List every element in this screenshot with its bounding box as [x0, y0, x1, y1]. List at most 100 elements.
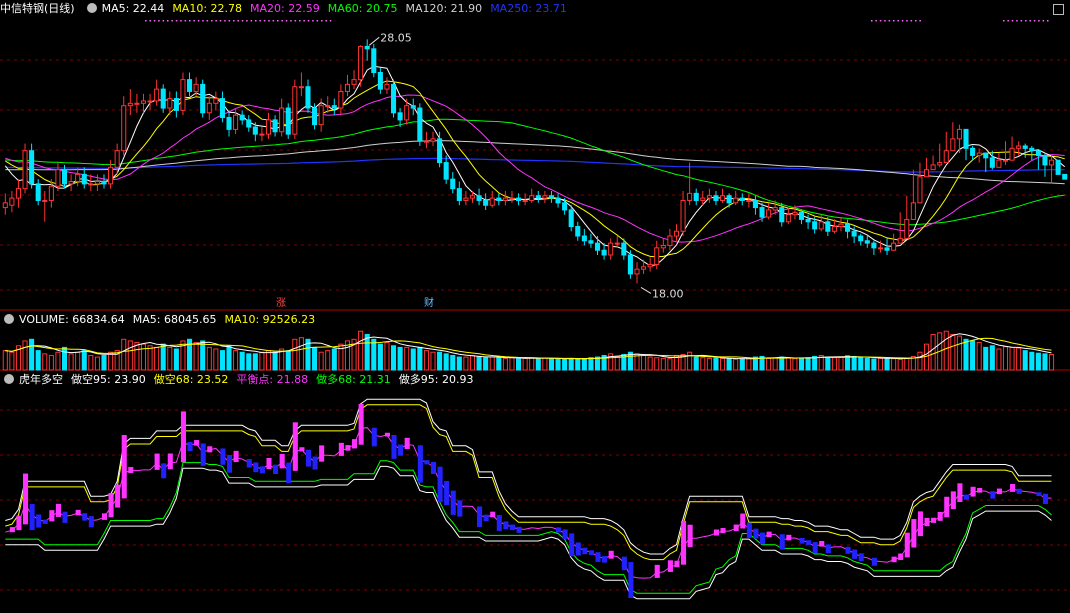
signal-dot [228, 20, 231, 22]
volume-bar [660, 357, 666, 371]
indicator-signal-bar [555, 527, 562, 533]
indicator-signal-bar [345, 445, 351, 451]
signal-dot [290, 20, 292, 22]
price-legend-item: MA10: 22.78 [172, 2, 243, 15]
candle-body [647, 263, 653, 268]
candle-body [660, 244, 666, 249]
candle-body [384, 83, 390, 90]
volume-bar [983, 346, 989, 371]
indicator-signal-bar [931, 517, 937, 523]
indicator-signal-bar [187, 441, 193, 452]
indicator-signal-bar [990, 491, 996, 499]
volume-bar [121, 338, 127, 371]
candle-body [1009, 147, 1015, 161]
candle-body [292, 86, 298, 135]
signal-dot [167, 20, 169, 22]
candle-body [746, 199, 752, 202]
candle-body [1016, 145, 1022, 149]
candle-body [555, 197, 561, 204]
signal-dot [285, 20, 288, 22]
indicator-signal-bar [128, 467, 134, 474]
indicator-signal-bar [786, 534, 792, 541]
indicator-signal-bar [595, 552, 601, 562]
candle-body [331, 105, 337, 109]
candle-body [318, 105, 324, 126]
indicator-signal-bar [352, 439, 358, 449]
volume-bar [423, 350, 429, 371]
indicator-signal-bar [16, 515, 22, 531]
candle-body [61, 169, 68, 185]
candle-body [877, 247, 884, 250]
volume-bar [943, 330, 949, 371]
indicator-legend: 虎年多空 做空95: 23.90 做空68: 23.52 平衡点: 21.88 做多68… [0, 371, 490, 389]
volume-bar [127, 340, 133, 371]
price-legend-item: MA20: 22.59 [250, 2, 320, 15]
candle-body [68, 181, 74, 185]
candle-body [917, 176, 923, 204]
indicator-signal-bar [62, 511, 68, 523]
settings-icon[interactable] [4, 314, 14, 324]
indicator-signal-bar [259, 466, 265, 474]
candle-body [673, 230, 680, 237]
indicator-signal-bar [1042, 493, 1049, 505]
candle-body [259, 133, 265, 136]
signal-dot [325, 20, 327, 22]
indicator-signal-bar [437, 466, 443, 503]
signal-dot [1020, 20, 1023, 22]
volume-bar [42, 353, 48, 371]
signal-dot [246, 20, 248, 22]
signal-dot [250, 20, 253, 22]
candle-body [614, 242, 620, 245]
volume-bar [417, 346, 423, 371]
volume-bar [502, 357, 508, 371]
volume-bar [384, 342, 390, 371]
candle-body [568, 209, 574, 228]
volume-bar [785, 357, 791, 371]
signal-dot [259, 20, 261, 22]
candle-body [766, 209, 772, 218]
volume-bar [377, 343, 383, 371]
candle-body [548, 195, 554, 199]
volume-bar [483, 357, 489, 371]
candle-body [970, 147, 976, 156]
signal-dot [888, 20, 891, 22]
signal-dot [294, 20, 297, 22]
signal-dot [281, 20, 283, 22]
signal-dot [316, 20, 319, 22]
volume-bar [358, 330, 364, 371]
candle-body [246, 119, 252, 128]
volume-bar [206, 346, 212, 371]
candle-body [81, 173, 87, 185]
indicator-legend-item: 平衡点: 21.88 [236, 373, 309, 386]
candle-body [529, 195, 535, 201]
volume-bar [706, 357, 712, 371]
settings-icon[interactable] [4, 374, 14, 384]
event-marker-zhang: 涨 [276, 297, 286, 309]
candle-body [42, 199, 48, 202]
indicator-signal-bar [371, 427, 377, 447]
indicator-signal-bar [226, 454, 233, 473]
indicator-signal-bar [1010, 483, 1016, 492]
volume-bar [739, 358, 745, 371]
candle-body [950, 138, 956, 152]
candle-body [404, 105, 410, 121]
volume-bar [614, 355, 620, 371]
signal-dot [321, 20, 323, 22]
indicator-signal-bar [424, 460, 430, 465]
volume-bar [167, 346, 173, 371]
volume-bar [575, 358, 581, 371]
volume-bar [858, 357, 864, 371]
candle-body [785, 214, 791, 223]
signal-dot [277, 20, 279, 22]
candle-body [542, 195, 548, 199]
candle-body [680, 199, 686, 232]
indicator-signal-bar [233, 450, 239, 463]
indicator-signal-bar [483, 514, 489, 522]
indicator-signal-bar [996, 488, 1002, 495]
restore-window-icon[interactable] [1053, 4, 1064, 15]
signal-dot [875, 20, 877, 22]
candle-body [845, 223, 851, 232]
settings-icon[interactable] [86, 3, 97, 13]
signal-dot [1033, 20, 1036, 22]
indicator-signal-bar [588, 550, 594, 555]
